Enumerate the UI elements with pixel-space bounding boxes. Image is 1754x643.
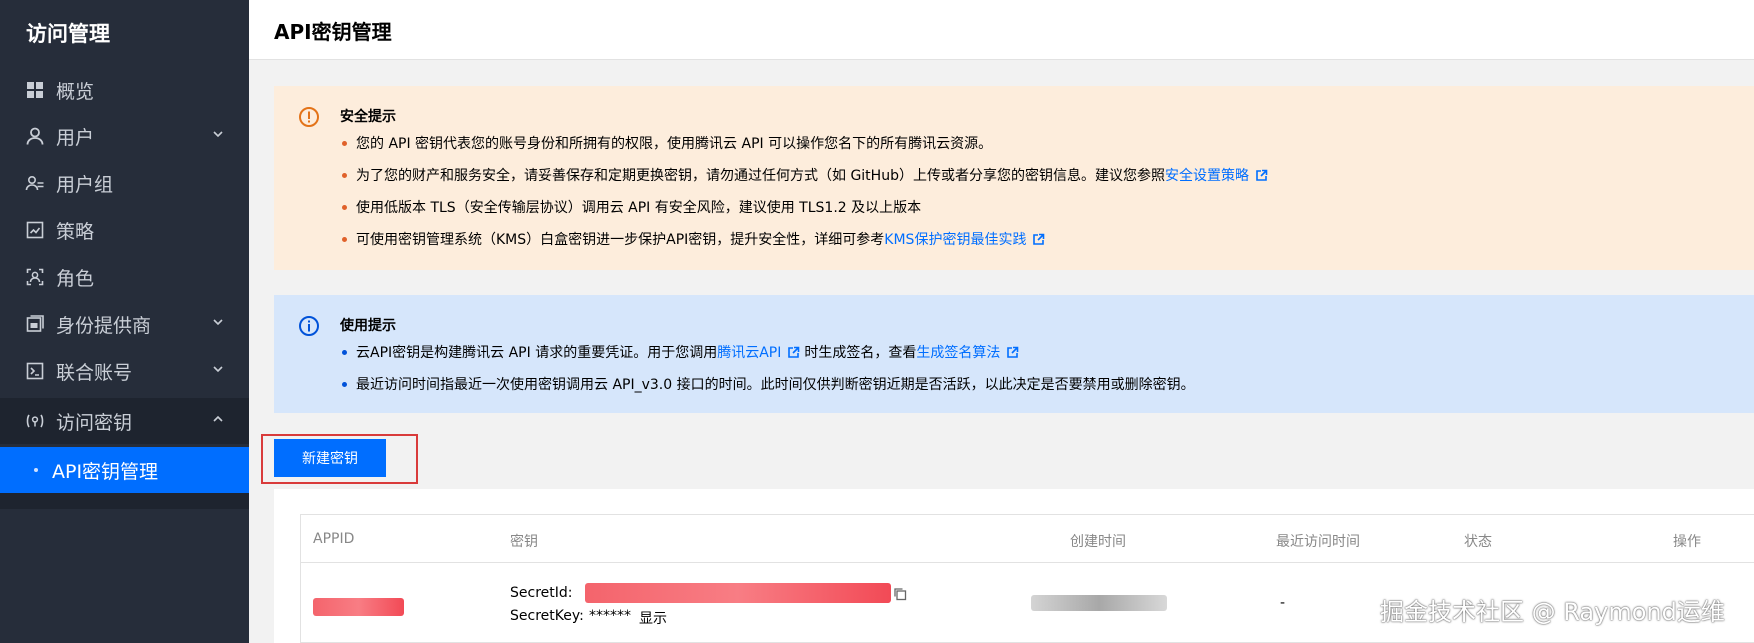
sidebar-item-label: 身份提供商 (56, 314, 152, 337)
security-policy-link[interactable]: 安全设置策略 (1165, 165, 1249, 185)
notice-line: 云API密钥是构建腾讯云 API 请求的重要凭证。用于您调用 腾讯云API 时生… (342, 342, 1019, 362)
user-icon (24, 125, 46, 147)
secret-id-label: SecretId: (510, 585, 573, 601)
redacted-appid (313, 598, 404, 616)
sidebar: 访问管理 概览 用户 用户组 策略 角色 身份提供商 联合账号 访问密钥 API… (0, 0, 249, 643)
sidebar-item-user-groups[interactable]: 用户组 (0, 160, 249, 206)
notice-title: 使用提示 (340, 318, 396, 334)
federated-account-icon (24, 360, 46, 382)
sidebar-item-label: 用户 (56, 126, 95, 149)
page-header: API密钥管理 (249, 0, 1754, 60)
notice-line: 最近访问时间指最近一次使用密钥调用云 API_v3.0 接口的时间。此时间仅供判… (342, 374, 1195, 394)
notice-line: 使用低版本 TLS（安全传输层协议）调用云 API 有安全风险，建议使用 TLS… (342, 197, 921, 217)
show-secret-key-link[interactable]: 显示 (639, 608, 667, 628)
external-link-icon[interactable] (1006, 346, 1019, 359)
column-header-appid: APPID (313, 531, 355, 547)
notice-title: 安全提示 (340, 109, 396, 125)
sidebar-subitem-api-key-management[interactable]: API密钥管理 (0, 447, 249, 493)
column-header-actions: 操作 (1673, 534, 1701, 550)
column-header-created: 创建时间 (1070, 534, 1126, 550)
column-header-status: 状态 (1464, 534, 1492, 550)
access-key-icon (24, 410, 46, 432)
chevron-up-icon (213, 415, 223, 422)
sidebar-item-users[interactable]: 用户 (0, 113, 249, 159)
chevron-down-icon (213, 131, 223, 138)
bullet-dot (34, 468, 38, 472)
watermark: 掘金技术社区 @ Raymond运维 (1380, 598, 1725, 626)
sidebar-item-access-keys[interactable]: 访问密钥 (0, 398, 249, 444)
sidebar-item-label: 策略 (56, 220, 95, 243)
sidebar-item-label: 联合账号 (56, 361, 133, 384)
notice-line: 为了您的财产和服务安全，请妥善保存和定期更换密钥，请勿通过任何方式（如 GitH… (342, 165, 1268, 185)
usage-notice: 使用提示 云API密钥是构建腾讯云 API 请求的重要凭证。用于您调用 腾讯云A… (274, 295, 1754, 413)
warning-icon (299, 107, 319, 127)
role-icon (24, 266, 46, 288)
notice-line: 可使用密钥管理系统（KMS）白盒密钥进一步保护API密钥，提升安全性，详细可参考… (342, 229, 1045, 249)
redacted-secret-id (585, 583, 891, 603)
info-icon (299, 316, 319, 336)
sidebar-title: 访问管理 (26, 22, 110, 46)
sidebar-item-federated-accounts[interactable]: 联合账号 (0, 348, 249, 394)
sidebar-item-label: 访问密钥 (56, 411, 133, 434)
copy-icon[interactable] (893, 587, 907, 601)
user-group-icon (24, 172, 46, 194)
new-key-button[interactable]: 新建密钥 (274, 439, 386, 477)
sidebar-subitem-label: API密钥管理 (52, 460, 159, 483)
chevron-down-icon (213, 366, 223, 373)
column-header-last-access: 最近访问时间 (1276, 534, 1360, 550)
page-title: API密钥管理 (274, 20, 392, 44)
sidebar-item-label: 角色 (56, 267, 95, 290)
sidebar-item-label: 用户组 (56, 173, 114, 196)
external-link-icon[interactable] (1255, 169, 1268, 182)
table-header: APPID 密钥 创建时间 最近访问时间 状态 操作 (301, 515, 1754, 563)
identity-provider-icon (24, 313, 46, 335)
chevron-down-icon (213, 319, 223, 326)
kms-best-practice-link[interactable]: KMS保护密钥最佳实践 (884, 229, 1026, 249)
sidebar-item-policies[interactable]: 策略 (0, 207, 249, 253)
last-access-time: - (1280, 595, 1286, 611)
signature-algorithm-link[interactable]: 生成签名算法 (916, 342, 1000, 362)
column-header-key: 密钥 (510, 534, 538, 550)
secret-key-masked: ****** (589, 608, 631, 624)
sidebar-item-identity-providers[interactable]: 身份提供商 (0, 301, 249, 347)
sidebar-item-label: 概览 (56, 80, 95, 103)
redacted-created-time (1031, 595, 1167, 611)
policy-icon (24, 219, 46, 241)
security-notice: 安全提示 您的 API 密钥代表您的账号身份和所拥有的权限，使用腾讯云 API … (274, 86, 1754, 270)
grid-icon (24, 79, 46, 101)
external-link-icon[interactable] (787, 346, 800, 359)
sidebar-item-roles[interactable]: 角色 (0, 254, 249, 300)
sidebar-item-overview[interactable]: 概览 (0, 67, 249, 113)
external-link-icon[interactable] (1032, 233, 1045, 246)
tencent-cloud-api-link[interactable]: 腾讯云API (717, 342, 781, 362)
secret-key-label: SecretKey: (510, 608, 584, 624)
notice-line: 您的 API 密钥代表您的账号身份和所拥有的权限，使用腾讯云 API 可以操作您… (342, 133, 992, 153)
